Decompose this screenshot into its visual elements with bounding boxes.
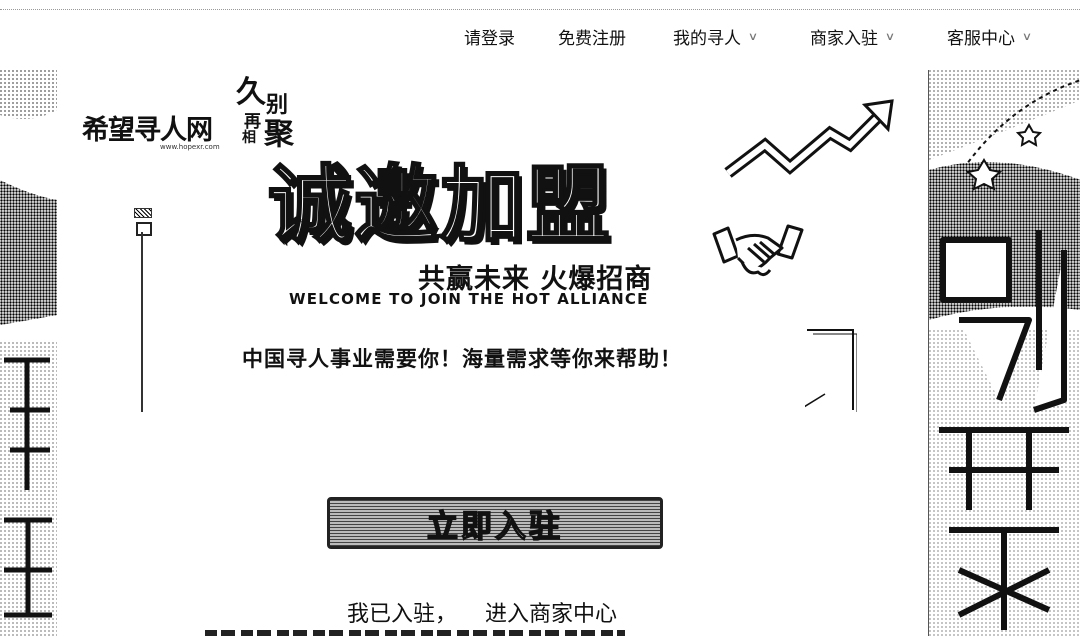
scroll-slider[interactable]: [133, 208, 152, 413]
growth-arrow-icon: [724, 99, 894, 178]
login-label: 请登录: [464, 29, 515, 49]
slider-handle[interactable]: [136, 222, 152, 236]
handshake-icon: [712, 224, 804, 277]
cropped-text-strip: [205, 630, 625, 636]
slogan-char: 相: [242, 130, 256, 146]
hero-tagline: 中国寻人事业需要你！海量需求等你来帮助！: [242, 347, 682, 371]
login-link[interactable]: 请登录: [464, 24, 515, 49]
slogan-char: 别: [266, 92, 289, 118]
left-side-banner[interactable]: [0, 70, 58, 636]
service-menu[interactable]: 客服中心 ∨: [947, 24, 1033, 49]
my-search-menu[interactable]: 我的寻人 ∨: [673, 24, 759, 49]
register-label: 免费注册: [558, 29, 626, 49]
service-label: 客服中心: [947, 29, 1015, 49]
register-link[interactable]: 免费注册: [558, 24, 626, 49]
merchant-menu[interactable]: 商家入驻 ∨: [810, 24, 896, 49]
chevron-down-icon: ∨: [747, 30, 759, 43]
join-now-button[interactable]: 立即入驻: [327, 497, 663, 549]
join-now-label: 立即入驻: [426, 508, 563, 546]
chevron-down-icon: ∨: [1021, 30, 1033, 43]
slogan-calligraphy: 久 别 再 相 聚: [232, 76, 302, 154]
top-bar: 请登录 免费注册 我的寻人 ∨ 商家入驻 ∨ 客服中心 ∨: [0, 0, 1080, 70]
my-search-label: 我的寻人: [673, 29, 741, 49]
logo-url: www.hopexr.com: [160, 143, 220, 151]
right-banner-art: [929, 70, 1080, 636]
site-logo[interactable]: 希望寻人网: [82, 108, 213, 147]
slogan-char: 聚: [264, 117, 294, 152]
left-banner-art: [0, 70, 57, 636]
slider-track: [141, 232, 143, 412]
enter-merchant-center-text: 进入商家中心: [485, 602, 618, 627]
top-divider: [0, 9, 1080, 10]
already-joined-text: 我已入驻，: [347, 602, 458, 627]
chevron-down-icon: ∨: [884, 30, 896, 43]
slider-cap: [134, 208, 152, 218]
merchant-center-link[interactable]: 我已入驻， 进入商家中心: [347, 596, 617, 628]
hero-title: 诚邀加盟: [267, 155, 613, 254]
right-side-banner[interactable]: [928, 70, 1080, 636]
corner-bracket-decoration: [805, 329, 857, 412]
merchant-label: 商家入驻: [810, 29, 878, 49]
hero-subtitle-en: WELCOME TO JOIN THE HOT ALLIANCE: [289, 290, 649, 308]
slogan-char: 再: [244, 112, 261, 132]
slogan-char: 久: [236, 75, 266, 110]
